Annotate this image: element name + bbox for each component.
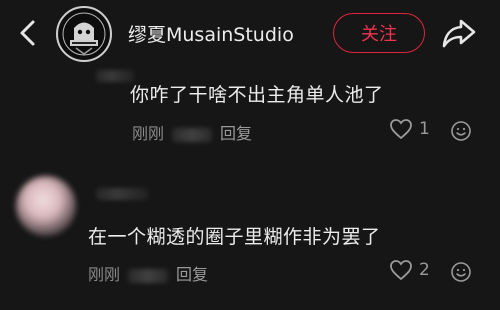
comment-text: 你咋了干啥不出主角单人池了 <box>130 84 384 106</box>
commenter-avatar-blurred[interactable] <box>16 176 76 236</box>
emoji-button[interactable] <box>450 120 472 142</box>
comment-screen: 缪夏MusainStudio 关注 你咋了干啥不出主角单人池了 刚刚 回复 1 在… <box>0 0 500 310</box>
share-arrow-icon <box>442 19 476 48</box>
comment-meta: 刚刚 回复 <box>88 261 208 285</box>
studio-logo-icon <box>59 9 109 59</box>
comment-meta: 刚刚 回复 <box>132 120 252 144</box>
heart-outline-icon <box>390 119 412 140</box>
location-blurred <box>172 127 213 142</box>
username[interactable]: 缪夏MusainStudio <box>128 20 294 47</box>
comment-time: 刚刚 <box>132 124 165 143</box>
like-count: 2 <box>419 260 430 280</box>
comment-time: 刚刚 <box>88 265 121 284</box>
heart-outline-icon <box>390 260 412 281</box>
smiley-icon <box>451 121 471 141</box>
like-button[interactable]: 2 <box>389 259 430 281</box>
top-bar: 缪夏MusainStudio 关注 <box>0 0 500 64</box>
location-blurred <box>128 268 169 283</box>
emoji-button[interactable] <box>450 261 472 283</box>
like-count: 1 <box>419 119 430 139</box>
commenter-name-blurred <box>96 70 134 82</box>
like-button[interactable]: 1 <box>389 118 430 140</box>
user-avatar[interactable] <box>56 6 112 62</box>
back-button[interactable] <box>14 18 42 48</box>
reply-button[interactable]: 回复 <box>220 120 252 144</box>
comment-text: 在一个糊透的圈子里糊作非为罢了 <box>88 226 381 248</box>
commenter-name-blurred <box>96 188 148 200</box>
share-button[interactable] <box>441 16 477 50</box>
follow-button[interactable]: 关注 <box>333 13 425 53</box>
chevron-left-icon <box>20 20 35 46</box>
reply-button[interactable]: 回复 <box>176 261 208 285</box>
smiley-icon <box>451 262 471 282</box>
